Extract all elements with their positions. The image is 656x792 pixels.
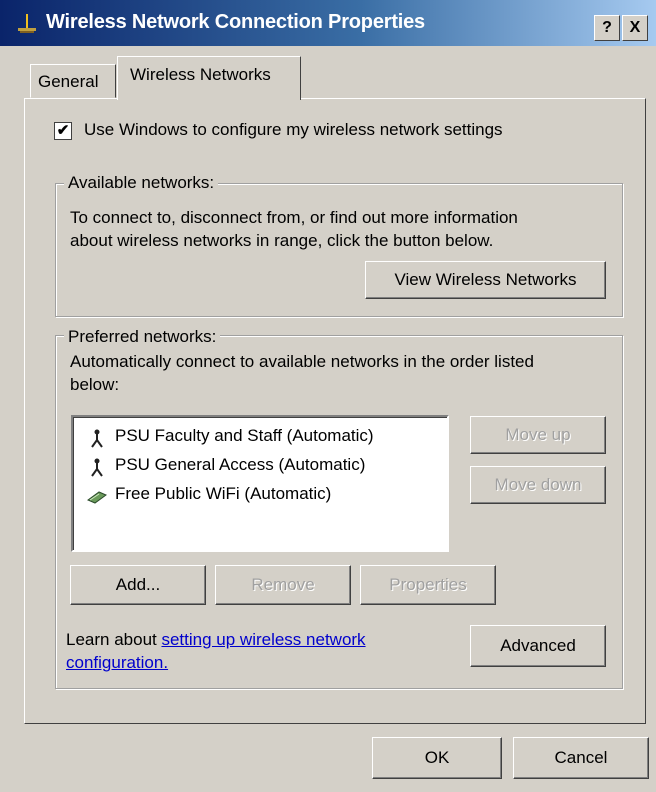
advanced-button[interactable]: Advanced (470, 625, 606, 667)
view-wireless-networks-button[interactable]: View Wireless Networks (365, 261, 606, 299)
learn-about-prefix: Learn about (66, 630, 162, 649)
network-connection-icon (18, 14, 36, 33)
use-windows-checkbox[interactable]: ✔ (54, 122, 72, 140)
move-up-button[interactable]: Move up (470, 416, 606, 454)
network-label: PSU Faculty and Staff (Automatic) (115, 426, 374, 445)
ok-button[interactable]: OK (372, 737, 502, 779)
cancel-button[interactable]: Cancel (513, 737, 649, 779)
use-windows-label[interactable]: Use Windows to configure my wireless net… (84, 120, 503, 140)
antenna-icon (91, 458, 103, 477)
preferred-networks-list[interactable]: PSU Faculty and Staff (Automatic) PSU Ge… (71, 415, 449, 552)
learn-about-line2: configuration. (66, 651, 168, 674)
setup-wireless-link[interactable]: setting up wireless network (161, 630, 365, 649)
tab-wireless-networks[interactable]: Wireless Networks (117, 56, 301, 100)
antenna-icon (91, 429, 103, 448)
close-button[interactable]: X (622, 15, 648, 41)
setup-wireless-link-line2[interactable]: configuration. (66, 653, 168, 672)
network-label: PSU General Access (Automatic) (115, 455, 366, 474)
preferred-desc-line2: below: (70, 375, 120, 394)
tab-wireless-networks-label: Wireless Networks (130, 65, 271, 84)
tab-general-label: General (38, 72, 99, 91)
available-desc-line1: To connect to, disconnect from, or find … (70, 208, 518, 227)
preferred-desc-line1: Automatically connect to available netwo… (70, 352, 534, 371)
window-title: Wireless Network Connection Properties (46, 11, 425, 33)
available-desc-line2: about wireless networks in range, click … (70, 231, 494, 250)
network-label: Free Public WiFi (Automatic) (115, 484, 332, 503)
available-networks-legend: Available networks: (64, 173, 219, 193)
add-button[interactable]: Add... (70, 565, 206, 605)
adhoc-network-icon (87, 491, 107, 504)
move-down-button[interactable]: Move down (470, 466, 606, 504)
help-button[interactable]: ? (594, 15, 620, 41)
remove-button[interactable]: Remove (215, 565, 351, 605)
learn-about-text: Learn about setting up wireless network (66, 628, 366, 651)
tab-general[interactable]: General (30, 64, 116, 98)
properties-button[interactable]: Properties (360, 565, 496, 605)
title-bar[interactable]: Wireless Network Connection Properties ?… (0, 0, 656, 46)
preferred-networks-legend: Preferred networks: (64, 327, 221, 347)
